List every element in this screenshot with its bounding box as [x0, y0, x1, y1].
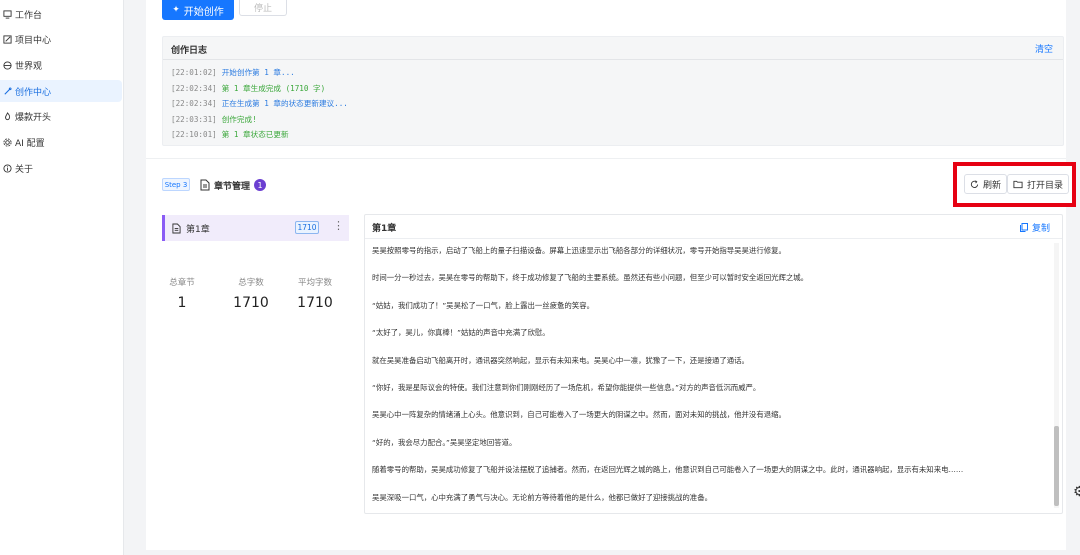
settings-gear-icon[interactable]: ⚙ — [1073, 484, 1080, 500]
paragraph: 时间一分一秒过去，吴昊在零号的帮助下，终于成功修复了飞船的主要系统。虽然还有些小… — [372, 273, 809, 283]
chapter-content-panel: 第1章 复制 吴昊按照零号的指示，启动了飞船上的量子扫描设备。屏幕上迅速显示出飞… — [364, 214, 1063, 514]
workbench-icon — [2, 9, 12, 19]
chapter-name: 第1章 — [186, 224, 210, 235]
log-title: 创作日志 — [171, 46, 208, 56]
sidebar-item-projects[interactable]: 项目中心 — [0, 28, 122, 50]
stat-total-words: 总字数 1710 — [233, 278, 269, 311]
scrollbar-thumb[interactable] — [1054, 426, 1059, 506]
open-directory-button[interactable]: 打开目录 — [1007, 174, 1070, 194]
sidebar-item-hooks[interactable]: 爆款开头 — [0, 105, 122, 127]
word-count-badge: 1710 — [295, 221, 319, 234]
content-title: 第1章 — [372, 224, 397, 234]
sidebar-item-label: AI 配置 — [15, 138, 45, 149]
sidebar-item-label: 创作中心 — [15, 87, 52, 98]
log-entry: [22:02:34] 正在生成第 1 章的状态更新建议... — [171, 99, 348, 109]
sidebar-item-ai-config[interactable]: AI 配置 — [0, 131, 122, 153]
content-header: 第1章 复制 — [365, 215, 1062, 239]
world-icon — [2, 60, 12, 70]
paragraph: 就在吴昊准备启动飞船离开时，通讯器突然响起，显示有未知来电。吴昊心中一凛，犹豫了… — [372, 355, 749, 365]
chapter-list-item[interactable]: 第1章 1710 ⋮ — [162, 215, 349, 241]
main-area: ✦ 开始创作 停止 创作日志 清空 [22:01:02] 开始创作第 1 章...… — [124, 0, 1080, 555]
paragraph: “好的，我会尽力配合。”吴昊坚定地回答道。 — [372, 437, 517, 447]
step-badge: Step 3 — [162, 178, 190, 191]
fire-icon — [2, 111, 12, 121]
sidebar-item-label: 关于 — [15, 164, 34, 175]
log-entry: [22:10:01] 第 1 章状态已更新 — [171, 130, 289, 140]
sidebar-item-creation[interactable]: 创作中心 — [0, 80, 122, 102]
log-lines: [22:01:02] 开始创作第 1 章... [22:02:34] 第 1 章生成… — [171, 65, 348, 143]
refresh-icon — [970, 179, 979, 188]
paragraph: “姑姑，我们成功了！”吴昊松了一口气，脸上露出一丝疲惫的笑容。 — [372, 300, 594, 310]
sparkle-icon: ✦ — [172, 5, 180, 15]
magic-icon — [2, 86, 12, 96]
paragraph: “太好了，昊儿，你真棒！”姑姑的声音中充满了欣慰。 — [372, 328, 550, 338]
sidebar-item-label: 项目中心 — [15, 35, 52, 46]
sidebar-item-label: 爆款开头 — [15, 112, 52, 123]
clear-log-button[interactable]: 清空 — [1035, 42, 1053, 55]
paragraph: 吴昊深吸一口气，心中充满了勇气与决心。无论前方等待着他的是什么，他都已做好了迎接… — [372, 492, 712, 502]
log-entry: [22:01:02] 开始创作第 1 章... — [171, 68, 295, 77]
info-icon — [2, 163, 12, 173]
document-icon — [172, 223, 181, 233]
sidebar-item-about[interactable]: 关于 — [0, 157, 122, 179]
folder-icon — [1013, 180, 1023, 188]
copy-icon — [1019, 223, 1028, 232]
creation-log-panel: 创作日志 清空 [22:01:02] 开始创作第 1 章... [22:02:34… — [162, 36, 1064, 146]
document-icon — [200, 179, 210, 191]
stop-button[interactable]: 停止 — [239, 0, 287, 16]
stat-average-words: 平均字数 1710 — [297, 278, 333, 311]
edit-icon — [2, 34, 12, 44]
chapter-count-badge: 1 — [254, 179, 267, 191]
sidebar-item-label: 世界观 — [15, 61, 43, 72]
chapter-text[interactable]: 吴昊按照零号的指示，启动了飞船上的量子扫描设备。屏幕上迅速显示出飞船各部分的详细… — [372, 245, 1042, 519]
log-entry: [22:03:31] 创作完成! — [171, 114, 257, 124]
log-divider — [163, 59, 1063, 60]
sidebar-item-workbench[interactable]: 工作台 — [0, 3, 122, 25]
stat-total-chapters: 总章节 1 — [169, 278, 195, 311]
scrollbar[interactable] — [1054, 243, 1059, 508]
sidebar-item-label: 工作台 — [15, 10, 43, 21]
start-creation-button[interactable]: ✦ 开始创作 — [162, 0, 234, 20]
section-divider — [146, 158, 1066, 159]
gear-icon — [2, 137, 12, 147]
sidebar: 工作台 项目中心 世界观 创作中心 爆款开头 AI 配置 关于 — [0, 0, 124, 555]
paragraph: 吴昊心中一阵复杂的情绪涌上心头。他意识到，自己可能卷入了一场更大的阴谋之中。然而… — [372, 410, 786, 420]
copy-button[interactable]: 复制 — [1019, 221, 1050, 234]
paragraph: 吴昊按照零号的指示，启动了飞船上的量子扫描设备。屏幕上迅速显示出飞船各部分的详细… — [372, 246, 786, 255]
paragraph: 随着零号的帮助，吴昊成功修复了飞船并设法摆脱了追捕者。然而，在返回光辉之城的路上… — [372, 465, 964, 475]
more-options-icon[interactable]: ⋮ — [333, 219, 344, 233]
refresh-button[interactable]: 刷新 — [964, 174, 1008, 194]
chapter-management-title: 章节管理 1 — [200, 178, 267, 192]
sidebar-item-worldview[interactable]: 世界观 — [0, 54, 122, 76]
paragraph: “你好，我是星际议会的特使。我们注意到你们刚刚经历了一场危机，希望你能提供一些信… — [372, 382, 761, 392]
log-entry: [22:02:34] 第 1 章生成完成 (1710 字) — [171, 83, 326, 93]
